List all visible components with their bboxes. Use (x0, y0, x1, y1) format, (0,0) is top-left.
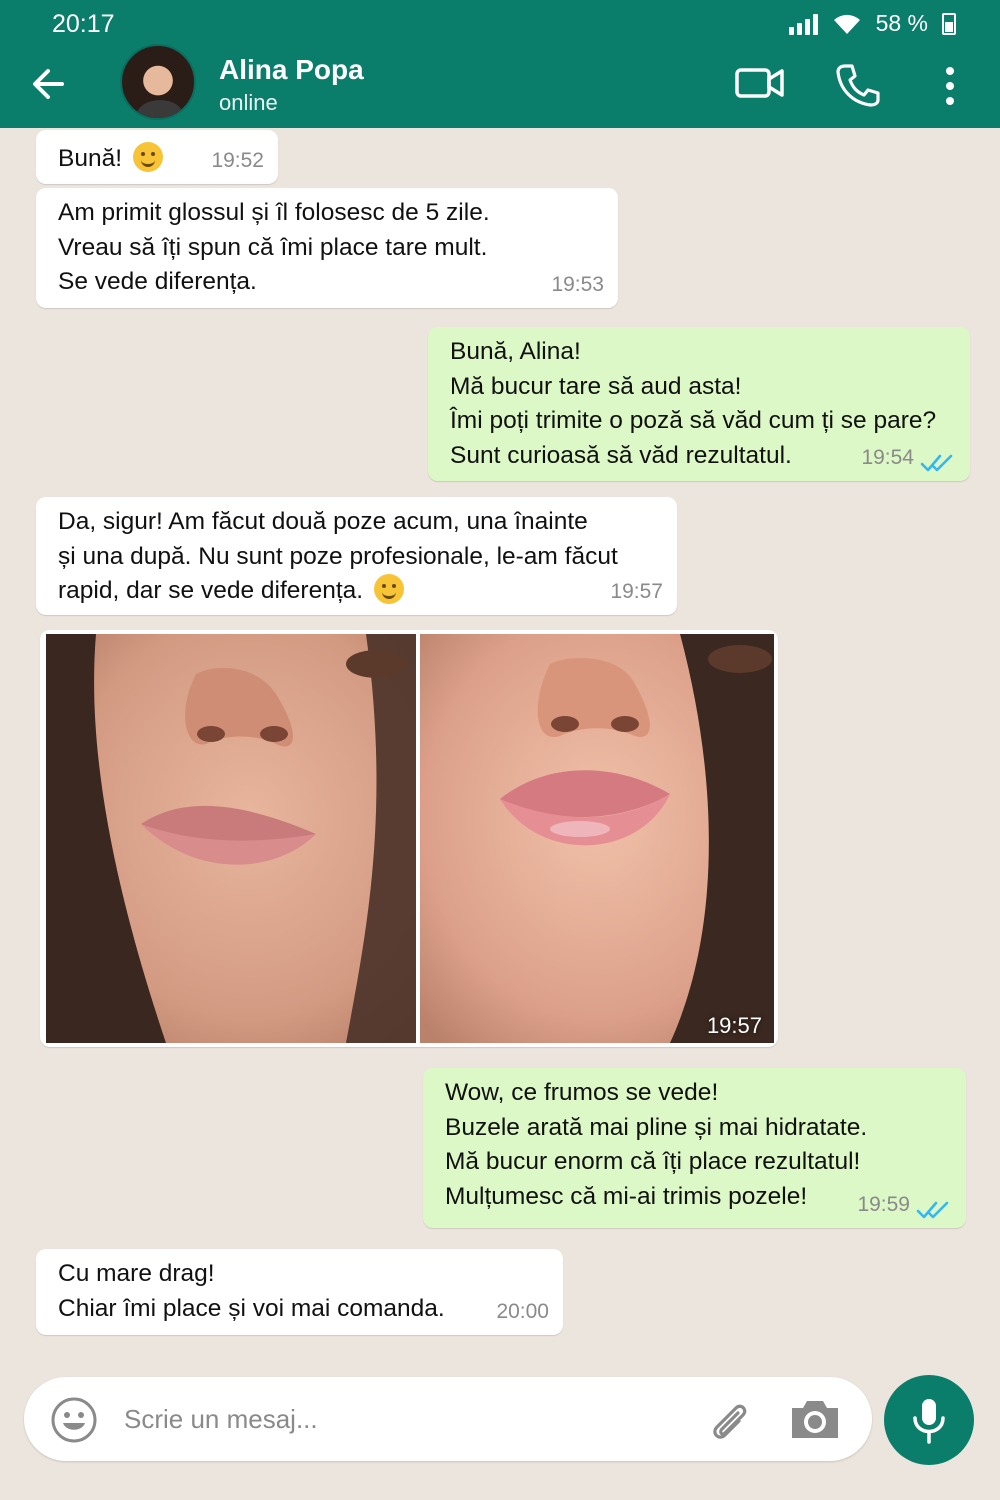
message-text: Vreau să îți spun că îmi place tare mult… (58, 233, 488, 261)
contact-name[interactable]: Alina Popa (219, 54, 364, 86)
microphone-icon (913, 1399, 945, 1444)
message-text: și una după. Nu sunt poze profesionale, … (58, 542, 618, 570)
camera-icon[interactable] (788, 1396, 842, 1442)
chat-header: 20:17 58 % Alina Popa online (0, 0, 1000, 128)
message-text: Wow, ce frumos se vede! (445, 1079, 719, 1106)
message-text: Da, sigur! Am făcut două poze acum, una … (58, 508, 588, 535)
battery-icon (942, 12, 956, 35)
face-photo-after (420, 634, 774, 1043)
message-text: Mă bucur enorm că îți place rezultatul! (445, 1148, 861, 1175)
contact-avatar[interactable] (120, 44, 196, 120)
more-options-icon[interactable] (942, 66, 958, 106)
message-input[interactable] (124, 1397, 684, 1441)
status-icons: 58 % (788, 10, 956, 37)
double-check-icon (920, 454, 953, 472)
smiling-face-emoji-icon (373, 574, 404, 604)
message-text: Se vede diferența. (58, 268, 257, 295)
face-photo-before (46, 634, 416, 1043)
after-photo[interactable] (420, 634, 774, 1043)
message-time: 19:57 (706, 1013, 762, 1038)
emoji-icon[interactable] (50, 1396, 98, 1444)
voice-call-icon[interactable] (835, 62, 881, 108)
battery-percent: 58 % (875, 10, 928, 36)
paperclip-icon[interactable] (708, 1399, 752, 1443)
signal-icon (788, 13, 818, 35)
smiling-face-emoji-icon (132, 142, 163, 172)
message-text: Bună, Alina! (450, 338, 581, 365)
message-time: 19:59 (857, 1192, 910, 1216)
message-incoming[interactable]: Am primit glossul și îl folosesc de 5 zi… (36, 188, 618, 308)
message-time: 20:00 (496, 1299, 549, 1323)
message-text: rapid, dar se vede diferența. (58, 574, 655, 609)
double-check-icon (916, 1201, 949, 1219)
message-text: Chiar îmi place și voi mai comanda. (58, 1294, 445, 1322)
wifi-icon (833, 14, 860, 34)
message-incoming[interactable]: Da, sigur! Am făcut două poze acum, una … (36, 497, 677, 615)
message-outgoing[interactable]: Bună, Alina! Mă bucur tare să aud asta! … (428, 327, 970, 481)
message-text: Am primit glossul și îl folosesc de 5 zi… (58, 199, 490, 226)
message-image-incoming[interactable]: 19:57 (40, 630, 778, 1047)
message-composer (24, 1377, 872, 1461)
message-text: Mă bucur tare să aud asta! (450, 372, 742, 400)
message-text: Cu mare drag! (58, 1260, 215, 1287)
message-text: Îmi poți trimite o poză să văd cum ți se… (450, 407, 937, 434)
message-time: 19:54 (861, 445, 914, 469)
contact-status: online (219, 90, 278, 115)
video-call-icon[interactable] (735, 62, 785, 102)
before-photo[interactable] (46, 634, 416, 1043)
message-outgoing[interactable]: Wow, ce frumos se vede! Buzele arată mai… (423, 1068, 966, 1228)
microphone-button[interactable] (884, 1375, 974, 1465)
message-time: 19:53 (551, 272, 604, 296)
back-arrow-icon[interactable] (28, 62, 72, 106)
status-time: 20:17 (52, 10, 115, 38)
message-text: Buzele arată mai pline și mai hidratate. (445, 1113, 868, 1141)
message-time: 19:57 (610, 579, 663, 603)
message-incoming[interactable]: Bună! 19:52 (36, 130, 278, 184)
message-time: 19:52 (211, 148, 264, 172)
message-incoming[interactable]: Cu mare drag! Chiar îmi place și voi mai… (36, 1249, 563, 1335)
